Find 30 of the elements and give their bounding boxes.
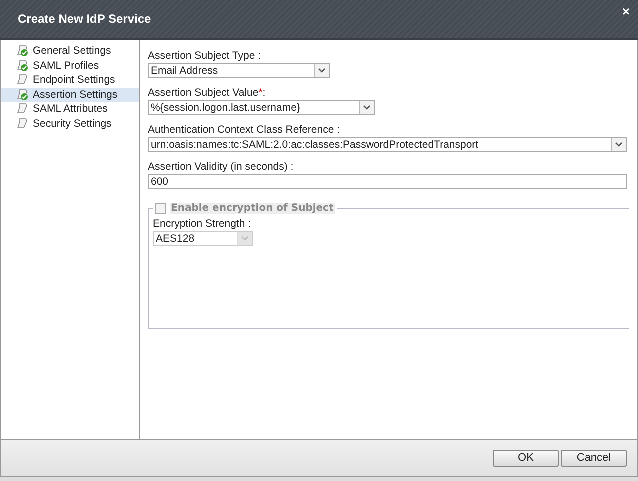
caret-icon (615, 142, 623, 147)
page-icon (17, 74, 29, 86)
checkbox-label: Enable encryption of Subject (170, 203, 335, 214)
sidebar-item[interactable]: SAML Attributes (1, 102, 139, 116)
checked-page-icon (17, 45, 29, 58)
dialog-button[interactable]: Cancel (561, 450, 627, 466)
dropdown-field[interactable]: urn:oasis:names:tc:SAML:2.0:ac:classes:PasswordProtectedTransport (148, 137, 627, 152)
checked-page-icon (17, 60, 29, 72)
sidebar-item[interactable]: Assertion Settings (1, 88, 139, 102)
field-label: Assertion Validity (in seconds) : (148, 161, 295, 174)
checked-page-icon (17, 88, 29, 101)
caret-icon (318, 68, 326, 73)
field-label: Assertion Subject Value*: (148, 87, 267, 100)
sidebar-item[interactable]: General Settings (1, 44, 139, 58)
dropdown-field[interactable]: Email Address (148, 63, 330, 78)
page-icon (17, 118, 29, 130)
sidebar-item[interactable]: SAML Profiles (1, 58, 139, 73)
field-label: Authentication Context Class Reference : (148, 124, 342, 137)
caret-icon (363, 105, 371, 110)
window-title: Create New IdP Service (18, 12, 152, 26)
page-icon (17, 103, 29, 116)
dropdown-field[interactable]: %{session.logon.last.username} (148, 100, 375, 115)
input-field[interactable]: 600 (148, 174, 627, 189)
caret-icon (241, 236, 249, 241)
close-button[interactable]: × (622, 4, 630, 19)
field-label: Encryption Strength : (153, 218, 252, 230)
field-label: Assertion Subject Type : (148, 50, 262, 63)
dialog-button[interactable]: OK (493, 450, 559, 466)
sidebar-item[interactable]: Endpoint Settings (1, 73, 139, 88)
sidebar-item[interactable]: Security Settings (1, 116, 139, 131)
